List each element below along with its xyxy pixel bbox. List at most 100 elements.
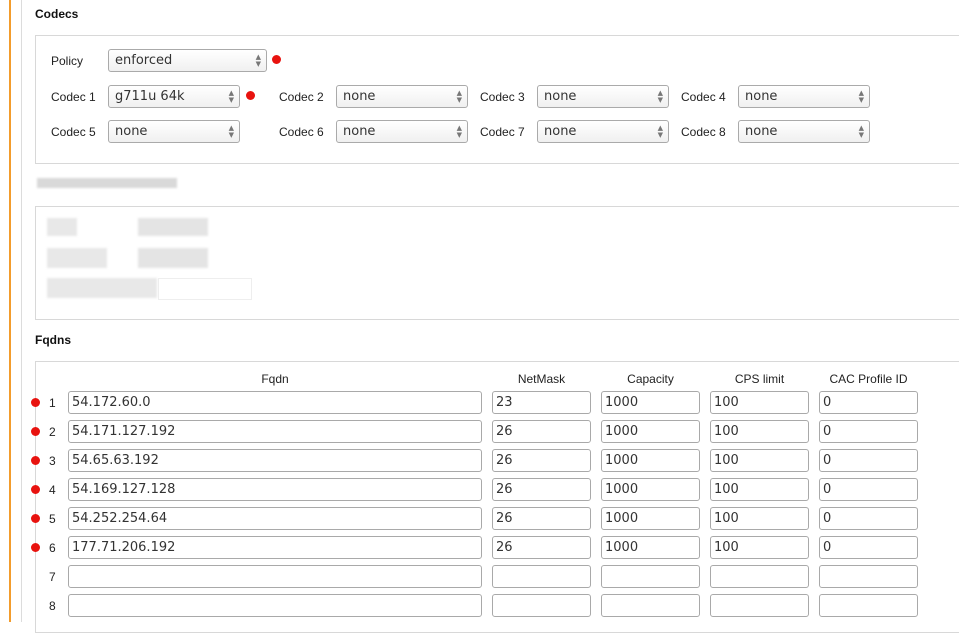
policy-select[interactable]: enforced ▲▼: [108, 49, 267, 72]
redacted-block: [47, 218, 77, 236]
cac-profile-id-input[interactable]: 0: [819, 536, 918, 559]
spinner-arrows-icon: ▲▼: [457, 125, 462, 139]
spinner-arrows-icon: ▲▼: [859, 125, 864, 139]
cps-limit-input[interactable]: 100: [710, 536, 809, 559]
capacity-input[interactable]: [601, 565, 700, 588]
fqdn-input[interactable]: [68, 565, 482, 588]
redacted-input: [158, 278, 252, 300]
netmask-input[interactable]: [492, 594, 591, 617]
required-indicator: [246, 91, 255, 100]
codec-6-value: none: [343, 124, 375, 139]
spinner-arrows-icon: ▲▼: [658, 90, 663, 104]
cps-limit-input[interactable]: [710, 565, 809, 588]
redacted-title: [37, 178, 177, 188]
spinner-arrows-icon: ▲▼: [859, 90, 864, 104]
codec-8-value: none: [745, 124, 777, 139]
codec-5-value: none: [115, 124, 147, 139]
capacity-input[interactable]: 1000: [601, 478, 700, 501]
codec-1-label: Codec 1: [51, 90, 96, 104]
codec-5-label: Codec 5: [51, 125, 96, 139]
column-header-netmask: NetMask: [492, 372, 591, 386]
fqdn-input[interactable]: 54.171.127.192: [68, 420, 482, 443]
netmask-input[interactable]: 26: [492, 420, 591, 443]
required-indicator: [31, 427, 40, 436]
fqdns-section-title: Fqdns: [35, 333, 71, 347]
required-indicator: [31, 514, 40, 523]
fqdn-input[interactable]: [68, 594, 482, 617]
cac-profile-id-input[interactable]: 0: [819, 449, 918, 472]
codec-2-value: none: [343, 89, 375, 104]
capacity-input[interactable]: 1000: [601, 507, 700, 530]
codec-3-select[interactable]: none ▲▼: [537, 85, 669, 108]
spinner-arrows-icon: ▲▼: [658, 125, 663, 139]
left-accent-bar: [9, 0, 11, 622]
policy-value: enforced: [115, 53, 172, 68]
column-header-cac-profile-id: CAC Profile ID: [819, 372, 918, 386]
codec-4-label: Codec 4: [681, 90, 726, 104]
codec-6-select[interactable]: none ▲▼: [336, 120, 468, 143]
capacity-input[interactable]: 1000: [601, 420, 700, 443]
codec-2-label: Codec 2: [279, 90, 324, 104]
row-number: 5: [49, 512, 56, 526]
required-indicator: [31, 398, 40, 407]
required-indicator: [272, 55, 281, 64]
netmask-input[interactable]: 26: [492, 507, 591, 530]
redacted-block: [47, 248, 107, 268]
redacted-block: [138, 218, 208, 236]
row-number: 8: [49, 599, 56, 613]
netmask-input[interactable]: 26: [492, 536, 591, 559]
codec-4-value: none: [745, 89, 777, 104]
codec-1-value: g711u 64k: [115, 89, 185, 104]
codec-7-label: Codec 7: [480, 125, 525, 139]
column-header-capacity: Capacity: [601, 372, 700, 386]
cac-profile-id-input[interactable]: 0: [819, 420, 918, 443]
codec-7-select[interactable]: none ▲▼: [537, 120, 669, 143]
fqdn-input[interactable]: 54.65.63.192: [68, 449, 482, 472]
fqdn-input[interactable]: 54.169.127.128: [68, 478, 482, 501]
codec-6-label: Codec 6: [279, 125, 324, 139]
fqdn-input[interactable]: 54.252.254.64: [68, 507, 482, 530]
cac-profile-id-input[interactable]: 0: [819, 391, 918, 414]
cps-limit-input[interactable]: 100: [710, 478, 809, 501]
cac-profile-id-input[interactable]: 0: [819, 507, 918, 530]
codec-3-label: Codec 3: [480, 90, 525, 104]
netmask-input[interactable]: [492, 565, 591, 588]
cps-limit-input[interactable]: 100: [710, 420, 809, 443]
required-indicator: [31, 543, 40, 552]
row-number: 2: [49, 425, 56, 439]
capacity-input[interactable]: [601, 594, 700, 617]
netmask-input[interactable]: 23: [492, 391, 591, 414]
cac-profile-id-input[interactable]: 0: [819, 478, 918, 501]
codec-4-select[interactable]: none ▲▼: [738, 85, 870, 108]
column-header-fqdn: Fqdn: [68, 372, 482, 386]
fqdn-input[interactable]: 54.172.60.0: [68, 391, 482, 414]
spinner-arrows-icon: ▲▼: [457, 90, 462, 104]
row-number: 3: [49, 454, 56, 468]
required-indicator: [31, 456, 40, 465]
row-number: 1: [49, 396, 56, 410]
cps-limit-input[interactable]: [710, 594, 809, 617]
required-indicator: [31, 485, 40, 494]
cps-limit-input[interactable]: 100: [710, 507, 809, 530]
codec-2-select[interactable]: none ▲▼: [336, 85, 468, 108]
codec-5-select[interactable]: none▲▼: [108, 120, 240, 143]
codec-8-label: Codec 8: [681, 125, 726, 139]
netmask-input[interactable]: 26: [492, 449, 591, 472]
cac-profile-id-input[interactable]: [819, 565, 918, 588]
codec-1-select[interactable]: g711u 64k▲▼: [108, 85, 240, 108]
codec-3-value: none: [544, 89, 576, 104]
capacity-input[interactable]: 1000: [601, 449, 700, 472]
cac-profile-id-input[interactable]: [819, 594, 918, 617]
capacity-input[interactable]: 1000: [601, 391, 700, 414]
capacity-input[interactable]: 1000: [601, 536, 700, 559]
redacted-block: [47, 278, 157, 298]
codec-7-value: none: [544, 124, 576, 139]
cps-limit-input[interactable]: 100: [710, 449, 809, 472]
row-number: 6: [49, 541, 56, 555]
cps-limit-input[interactable]: 100: [710, 391, 809, 414]
fqdn-input[interactable]: 177.71.206.192: [68, 536, 482, 559]
spinner-arrows-icon: ▲▼: [256, 54, 261, 68]
row-number: 4: [49, 483, 56, 497]
codec-8-select[interactable]: none ▲▼: [738, 120, 870, 143]
netmask-input[interactable]: 26: [492, 478, 591, 501]
